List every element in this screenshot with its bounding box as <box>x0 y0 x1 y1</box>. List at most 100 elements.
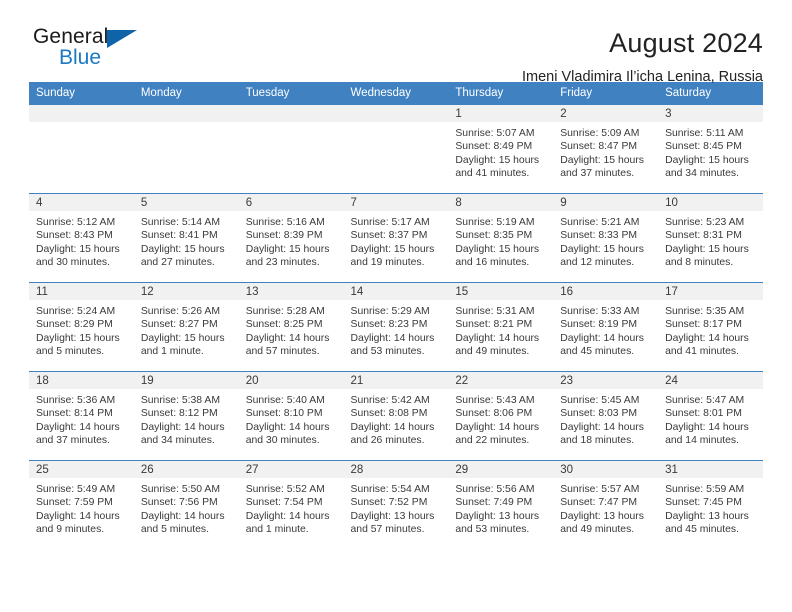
calendar-day-cell[interactable]: 4 Sunrise: 5:12 AM Sunset: 8:43 PM Daylight… <box>29 193 134 283</box>
calendar-day-cell[interactable]: 19 Sunrise: 5:38 AM Sunset: 8:12 PM Dayligh… <box>133 371 239 461</box>
calendar-day-cell[interactable]: 14 Sunrise: 5:29 AM Sunset: 8:23 PM Dayligh… <box>343 282 449 372</box>
logo-text-general: General <box>33 25 109 48</box>
weekday-header-monday: Monday <box>133 82 239 105</box>
sunset-text: Sunset: 8:31 PM <box>665 230 742 242</box>
calendar-day-cell[interactable]: 30 Sunrise: 5:57 AM Sunset: 7:47 PM Dayligh… <box>553 460 659 550</box>
sunrise-text: Sunrise: 5:09 AM <box>560 128 640 139</box>
sunset-text: Sunset: 8:17 PM <box>665 319 742 331</box>
daylight-text-line1: Daylight: 14 hours <box>665 421 749 433</box>
day-details: Sunrise: 5:57 AM Sunset: 7:47 PM Daylight:… <box>553 478 658 537</box>
sunset-text: Sunset: 8:41 PM <box>140 230 218 242</box>
calendar-day-cell[interactable]: 5 Sunrise: 5:14 AM Sunset: 8:41 PM Daylight… <box>133 193 239 283</box>
calendar-day-cell[interactable]: 11 Sunrise: 5:24 AM Sunset: 8:29 PM Dayligh… <box>29 282 134 372</box>
calendar-week-row: 11 Sunrise: 5:24 AM Sunset: 8:29 PM Dayligh… <box>29 282 763 372</box>
day-details: Sunrise: 5:42 AM Sunset: 8:08 PM Daylight:… <box>344 389 449 448</box>
daylight-text-line1: Daylight: 13 hours <box>665 510 749 522</box>
day-number: 11 <box>29 283 134 300</box>
weekday-header-tuesday: Tuesday <box>238 82 344 105</box>
day-number: 21 <box>343 372 449 389</box>
calendar-day-cell[interactable]: 20 Sunrise: 5:40 AM Sunset: 8:10 PM Dayligh… <box>238 371 344 461</box>
day-number: 8 <box>448 194 554 211</box>
calendar-week-row: 18 Sunrise: 5:36 AM Sunset: 8:14 PM Dayligh… <box>29 371 763 461</box>
calendar-week-row: 25 Sunrise: 5:49 AM Sunset: 7:59 PM Dayligh… <box>29 460 763 550</box>
daylight-text-line2: and 37 minutes. <box>560 168 635 180</box>
day-number: 2 <box>553 105 659 122</box>
calendar-day-cell[interactable]: 15 Sunrise: 5:31 AM Sunset: 8:21 PM Dayligh… <box>448 282 554 372</box>
calendar-day-cell[interactable]: 27 Sunrise: 5:52 AM Sunset: 7:54 PM Dayligh… <box>238 460 344 550</box>
calendar-day-cell[interactable]: 29 Sunrise: 5:56 AM Sunset: 7:49 PM Dayligh… <box>448 460 554 550</box>
calendar-day-cell[interactable]: 1 Sunrise: 5:07 AM Sunset: 8:49 PM Daylight… <box>448 104 554 194</box>
day-number: 20 <box>238 372 344 389</box>
logo-text-blue: Blue <box>59 46 102 69</box>
calendar-day-cell[interactable]: 9 Sunrise: 5:21 AM Sunset: 8:33 PM Daylight… <box>553 193 659 283</box>
day-details: Sunrise: 5:23 AM Sunset: 8:31 PM Daylight:… <box>658 211 763 270</box>
calendar-week-row: 1 Sunrise: 5:07 AM Sunset: 8:49 PM Daylight… <box>29 104 763 194</box>
daylight-text-line1: Daylight: 15 hours <box>350 243 435 255</box>
general-blue-logo: General Blue <box>33 26 153 74</box>
daylight-text-line1: Daylight: 14 hours <box>350 332 435 344</box>
calendar-day-cell[interactable]: 18 Sunrise: 5:36 AM Sunset: 8:14 PM Dayligh… <box>29 371 134 461</box>
calendar-day-cell[interactable]: 23 Sunrise: 5:45 AM Sunset: 8:03 PM Dayligh… <box>553 371 659 461</box>
day-details: Sunrise: 5:36 AM Sunset: 8:14 PM Daylight:… <box>29 389 134 448</box>
daylight-text-line1: Daylight: 13 hours <box>455 510 540 522</box>
daylight-text-line1: Daylight: 14 hours <box>455 332 540 344</box>
daylight-text-line1: Daylight: 14 hours <box>140 421 225 433</box>
daylight-text-line2: and 57 minutes. <box>245 346 320 358</box>
calendar-page: General Blue August 2024 Imeni Vladimira… <box>0 0 792 612</box>
day-details: Sunrise: 5:17 AM Sunset: 8:37 PM Daylight:… <box>344 211 449 270</box>
sunset-text: Sunset: 8:01 PM <box>665 408 742 420</box>
calendar-day-cell[interactable]: 25 Sunrise: 5:49 AM Sunset: 7:59 PM Dayligh… <box>29 460 134 550</box>
sunset-text: Sunset: 8:27 PM <box>140 319 218 331</box>
sunrise-text: Sunrise: 5:31 AM <box>455 306 535 317</box>
daylight-text-line1: Daylight: 15 hours <box>665 154 749 166</box>
day-number: 27 <box>238 461 344 478</box>
calendar-day-cell[interactable]: 12 Sunrise: 5:26 AM Sunset: 8:27 PM Dayligh… <box>133 282 239 372</box>
daylight-text-line2: and 41 minutes. <box>455 168 530 180</box>
sunrise-text: Sunrise: 5:52 AM <box>245 484 325 495</box>
calendar-day-cell[interactable]: 31 Sunrise: 5:59 AM Sunset: 7:45 PM Dayligh… <box>658 460 763 550</box>
calendar-day-cell[interactable]: 13 Sunrise: 5:28 AM Sunset: 8:25 PM Dayligh… <box>238 282 344 372</box>
sunrise-text: Sunrise: 5:28 AM <box>245 306 325 317</box>
calendar-day-cell[interactable]: 2 Sunrise: 5:09 AM Sunset: 8:47 PM Daylight… <box>553 104 659 194</box>
calendar-day-cell[interactable]: 10 Sunrise: 5:23 AM Sunset: 8:31 PM Dayligh… <box>658 193 763 283</box>
calendar-day-cell[interactable]: 6 Sunrise: 5:16 AM Sunset: 8:39 PM Daylight… <box>238 193 344 283</box>
sunset-text: Sunset: 7:49 PM <box>455 497 533 509</box>
calendar-day-cell[interactable]: 3 Sunrise: 5:11 AM Sunset: 8:45 PM Daylight… <box>658 104 763 194</box>
daylight-text-line2: and 49 minutes. <box>455 346 530 358</box>
calendar-day-cell[interactable]: 16 Sunrise: 5:33 AM Sunset: 8:19 PM Dayligh… <box>553 282 659 372</box>
daylight-text-line1: Daylight: 15 hours <box>36 332 120 344</box>
sunset-text: Sunset: 8:21 PM <box>455 319 533 331</box>
day-details: Sunrise: 5:16 AM Sunset: 8:39 PM Daylight:… <box>239 211 344 270</box>
sunset-text: Sunset: 8:39 PM <box>245 230 323 242</box>
day-number: 31 <box>658 461 763 478</box>
daylight-text-line1: Daylight: 15 hours <box>455 243 540 255</box>
calendar-day-cell[interactable]: 21 Sunrise: 5:42 AM Sunset: 8:08 PM Dayligh… <box>343 371 449 461</box>
calendar-day-cell[interactable]: 26 Sunrise: 5:50 AM Sunset: 7:56 PM Dayligh… <box>133 460 239 550</box>
sunrise-text: Sunrise: 5:24 AM <box>36 306 116 317</box>
daylight-text-line1: Daylight: 14 hours <box>245 332 330 344</box>
sunset-text: Sunset: 8:49 PM <box>455 141 533 153</box>
sunrise-text: Sunrise: 5:38 AM <box>140 395 220 406</box>
sunrise-text: Sunrise: 5:40 AM <box>245 395 325 406</box>
day-details: Sunrise: 5:24 AM Sunset: 8:29 PM Daylight:… <box>29 300 134 359</box>
daylight-text-line2: and 16 minutes. <box>455 257 530 269</box>
day-number: 30 <box>553 461 659 478</box>
calendar-day-cell[interactable]: 17 Sunrise: 5:35 AM Sunset: 8:17 PM Dayligh… <box>658 282 763 372</box>
sunrise-text: Sunrise: 5:45 AM <box>560 395 640 406</box>
daylight-text-line2: and 45 minutes. <box>665 524 739 536</box>
day-number: 16 <box>553 283 659 300</box>
calendar-day-cell[interactable]: 22 Sunrise: 5:43 AM Sunset: 8:06 PM Dayligh… <box>448 371 554 461</box>
sunrise-text: Sunrise: 5:57 AM <box>560 484 640 495</box>
daylight-text-line2: and 5 minutes. <box>140 524 210 536</box>
day-details: Sunrise: 5:40 AM Sunset: 8:10 PM Daylight:… <box>239 389 344 448</box>
day-number: 19 <box>133 372 239 389</box>
sunrise-text: Sunrise: 5:36 AM <box>36 395 116 406</box>
calendar-day-cell[interactable]: 8 Sunrise: 5:19 AM Sunset: 8:35 PM Daylight… <box>448 193 554 283</box>
calendar-day-cell[interactable]: 7 Sunrise: 5:17 AM Sunset: 8:37 PM Daylight… <box>343 193 449 283</box>
day-details: Sunrise: 5:35 AM Sunset: 8:17 PM Daylight:… <box>658 300 763 359</box>
calendar-day-cell[interactable]: 28 Sunrise: 5:54 AM Sunset: 7:52 PM Dayligh… <box>343 460 449 550</box>
sunset-text: Sunset: 8:23 PM <box>350 319 428 331</box>
sunset-text: Sunset: 8:03 PM <box>560 408 638 420</box>
calendar-day-cell[interactable]: 24 Sunrise: 5:47 AM Sunset: 8:01 PM Dayligh… <box>658 371 763 461</box>
calendar-body: 1 Sunrise: 5:07 AM Sunset: 8:49 PM Daylight… <box>29 104 763 550</box>
